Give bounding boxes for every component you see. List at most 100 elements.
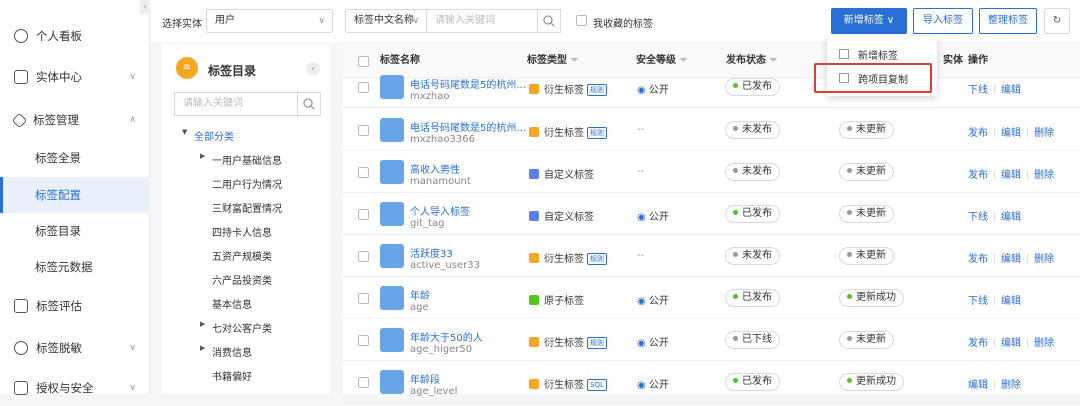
- row-action-link[interactable]: 发布: [968, 338, 988, 349]
- sidebar-subitem-tag-config[interactable]: 标签配置: [0, 177, 150, 213]
- row-action-link[interactable]: 删除: [1034, 254, 1054, 265]
- tree-node[interactable]: 书籍偏好: [212, 368, 252, 383]
- tag-code: manamount: [410, 176, 471, 187]
- row-checkbox[interactable]: [358, 82, 369, 93]
- organize-tag-button[interactable]: 整理标签: [979, 8, 1037, 34]
- tag-name-cell: 活跃度33 active_user33: [410, 245, 480, 271]
- filter-icon[interactable]: ⏷: [570, 55, 578, 66]
- search-input[interactable]: 请输入关键词: [426, 9, 538, 33]
- search-button[interactable]: [537, 9, 561, 33]
- tag-name-link[interactable]: 电话号码尾数是5的杭州...: [410, 119, 526, 134]
- row-action-link[interactable]: 编辑: [1001, 170, 1021, 181]
- sidebar-subitem-tag-metadata[interactable]: 标签元数据: [0, 249, 150, 285]
- row-action-link[interactable]: 编辑: [1001, 296, 1021, 307]
- row-action-link[interactable]: 删除: [1034, 338, 1054, 349]
- row-checkbox[interactable]: [358, 125, 369, 136]
- sidebar-item-desensitize[interactable]: 标签脱敏 ∨: [0, 330, 150, 366]
- row-action-link[interactable]: 编辑: [968, 380, 988, 391]
- sidebar-item-entity[interactable]: 实体中心 ∨: [0, 59, 150, 95]
- sidebar-item-dashboard[interactable]: 个人看板: [0, 18, 150, 54]
- sidebar-subitem-tag-overview[interactable]: 标签全景: [0, 140, 150, 176]
- tree-node[interactable]: 二用户行为情况: [212, 176, 282, 191]
- row-action-link[interactable]: 发布: [968, 128, 988, 139]
- row-action-link[interactable]: 下线: [968, 212, 988, 223]
- tree-node[interactable]: ▶ 一用户基础信息: [200, 152, 282, 167]
- table-row: 个人导入标签 git_tag 自定义标签 ◉ 公开 已发布 未更新 下线 编辑: [343, 193, 1080, 235]
- tag-name-link[interactable]: 年龄: [410, 287, 430, 302]
- security-cell: ◉ 公开: [637, 81, 669, 96]
- tag-type-cell: 衍生标签 规则: [529, 81, 607, 96]
- row-checkbox[interactable]: [358, 209, 369, 220]
- sidebar-item-label: 标签管理: [33, 113, 79, 127]
- tree-node-root[interactable]: ▼ 全部分类: [182, 128, 234, 143]
- row-action-link[interactable]: 编辑: [1001, 128, 1021, 139]
- tag-type-label: 自定义标签: [544, 212, 594, 223]
- refresh-button[interactable]: ↻: [1044, 8, 1070, 34]
- row-action-link[interactable]: 发布: [968, 254, 988, 265]
- filter-icon[interactable]: ⏷: [679, 55, 687, 66]
- tree-node[interactable]: 三财富配置情况: [212, 200, 282, 215]
- row-checkbox[interactable]: [358, 377, 369, 388]
- row-action-link[interactable]: 编辑: [1001, 338, 1021, 349]
- publish-status-label: 已发布: [742, 376, 772, 387]
- row-action-link[interactable]: 发布: [968, 170, 988, 181]
- entity-select[interactable]: 用户 ∨: [206, 9, 333, 33]
- tree-node[interactable]: 六产品投资类: [212, 272, 272, 287]
- tree-node[interactable]: 五资产规模类: [212, 248, 272, 263]
- sidebar-subitem-tag-catalog[interactable]: 标签目录: [0, 213, 150, 249]
- tag-name-link[interactable]: 高收入男性: [410, 161, 471, 176]
- tag-type-cell: 自定义标签: [529, 166, 594, 181]
- update-status-cell: 更新成功: [839, 373, 904, 391]
- security-label: 公开: [648, 380, 669, 391]
- import-tag-button[interactable]: 导入标签: [913, 8, 973, 34]
- tree-search-input[interactable]: 请输入关键词: [174, 92, 298, 116]
- status-dot: [733, 294, 738, 299]
- new-tag-button[interactable]: 新增标签 ∨: [831, 8, 907, 34]
- chevron-down-icon: ∨: [886, 15, 895, 26]
- tag-type-label: 原子标签: [544, 296, 584, 307]
- tree-node-label: 全部分类: [194, 132, 234, 143]
- row-checkbox[interactable]: [358, 335, 369, 346]
- tree-node[interactable]: 四持卡人信息: [212, 224, 272, 239]
- tree-node[interactable]: ▶ 消费信息: [200, 344, 252, 359]
- tag-name-link[interactable]: 个人导入标签: [410, 203, 470, 218]
- sidebar-item-tag-management[interactable]: 标签管理 ∧: [0, 102, 150, 138]
- tag-type-icon: [529, 253, 539, 263]
- header-security-label: 安全等级: [636, 55, 676, 66]
- row-action-link[interactable]: 删除: [1034, 170, 1054, 181]
- sidebar-item-evaluation[interactable]: 标签评估: [0, 288, 150, 324]
- row-action-link[interactable]: 下线: [968, 296, 988, 307]
- row-action-link[interactable]: 编辑: [1001, 254, 1021, 265]
- tag-name-link[interactable]: 活跃度33: [410, 245, 480, 260]
- publish-status-badge: 未发布: [725, 121, 780, 139]
- row-action-link[interactable]: 编辑: [1001, 212, 1021, 223]
- row-action-link[interactable]: 删除: [1001, 380, 1021, 391]
- tag-name-link[interactable]: 年龄段: [410, 371, 457, 386]
- tree-collapse-button[interactable]: ‹: [306, 62, 320, 76]
- tag-type-icon: [529, 127, 539, 137]
- filter-icon[interactable]: ⏷: [769, 55, 777, 66]
- tree-node[interactable]: ▶ 七对公客户类: [200, 320, 272, 335]
- tree-node[interactable]: 基本信息: [212, 296, 252, 311]
- sidebar-item-label: 实体中心: [36, 70, 82, 84]
- row-action-link[interactable]: 删除: [1034, 128, 1054, 139]
- tree-search-button[interactable]: [297, 92, 321, 116]
- status-dot: [847, 252, 852, 257]
- op-separator: [994, 128, 995, 137]
- chevron-down-icon: ∨: [318, 16, 325, 26]
- op-separator: [994, 296, 995, 305]
- row-action-link[interactable]: 下线: [968, 85, 988, 96]
- tag-name-link[interactable]: 年龄大于50的人: [410, 329, 483, 344]
- row-action-link[interactable]: 编辑: [1001, 85, 1021, 96]
- chevron-down-icon: ∨: [129, 343, 136, 353]
- tag-name-link[interactable]: 电话号码尾数是5的杭州...: [410, 76, 526, 91]
- row-checkbox[interactable]: [358, 251, 369, 262]
- favorite-checkbox[interactable]: [576, 15, 587, 26]
- sidebar-item-auth-security[interactable]: 授权与安全 ∨: [0, 370, 150, 406]
- row-checkbox[interactable]: [358, 293, 369, 304]
- op-separator: [1027, 254, 1028, 263]
- sidebar-collapse-button[interactable]: ‹: [140, 0, 150, 14]
- field-select[interactable]: 标签中文名称 ∨: [345, 9, 427, 33]
- update-status-cell: 更新成功: [839, 289, 904, 307]
- row-checkbox[interactable]: [358, 167, 369, 178]
